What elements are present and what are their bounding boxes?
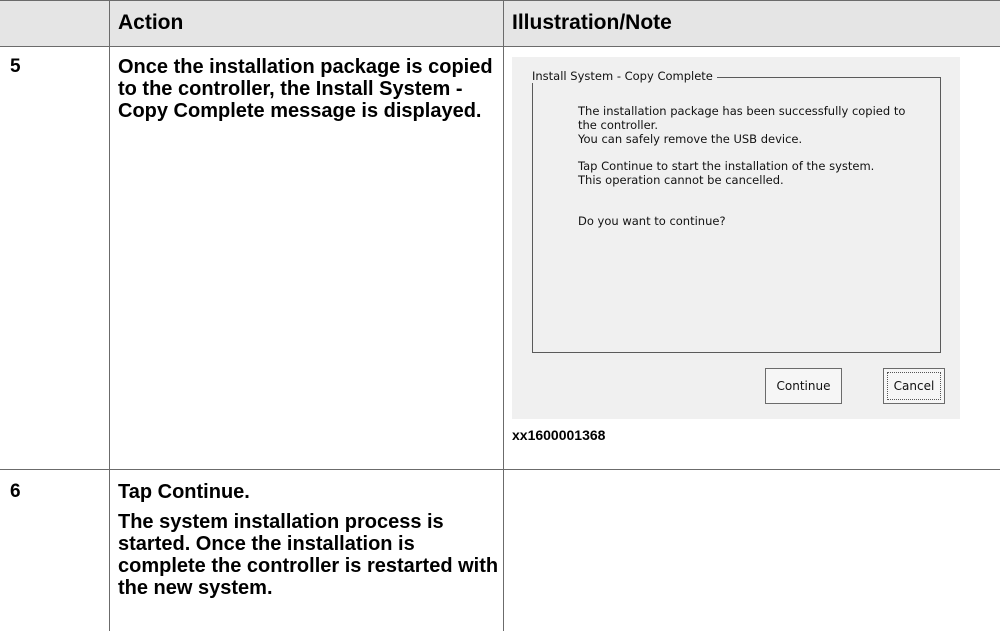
table-border-top xyxy=(0,0,1000,1)
action-description: The system installation process is start… xyxy=(118,511,499,599)
dialog-message-1: The installation package has been succes… xyxy=(578,104,938,146)
action-highlight: Continue xyxy=(157,481,245,503)
column-divider-2 xyxy=(503,0,504,631)
header-note: Illustration/Note xyxy=(512,11,672,34)
step-number-6: 6 xyxy=(10,481,21,502)
dialog-line: Tap Continue to start the installation o… xyxy=(578,159,875,173)
header-divider xyxy=(0,46,1000,47)
dialog-line: Do you want to continue? xyxy=(578,214,726,228)
step-number-5: 5 xyxy=(10,56,21,77)
dialog-line: the controller. xyxy=(578,118,658,132)
dialog-question: Do you want to continue? xyxy=(578,214,938,228)
header-action: Action xyxy=(118,11,184,34)
dialog-message-2: Tap Continue to start the installation o… xyxy=(578,159,938,187)
continue-button[interactable]: Continue xyxy=(765,368,842,404)
column-divider-1 xyxy=(109,0,110,631)
dialog-title: Install System - Copy Complete xyxy=(528,69,717,83)
action-text: message is displayed. xyxy=(264,100,482,122)
copy-complete-dialog: Install System - Copy Complete The insta… xyxy=(512,57,960,419)
dialog-line: This operation cannot be cancelled. xyxy=(578,173,784,187)
action-text: Tap xyxy=(118,481,158,503)
row-divider xyxy=(0,469,1000,470)
continue-button-label: Continue xyxy=(776,379,831,393)
cancel-button[interactable]: Cancel xyxy=(883,368,945,404)
action-text: . xyxy=(244,481,250,503)
image-id: xx1600001368 xyxy=(512,427,606,443)
focus-rectangle xyxy=(887,372,941,400)
dialog-line: You can safely remove the USB device. xyxy=(578,132,803,146)
dialog-line: The installation package has been succes… xyxy=(578,104,906,118)
action-text-step-5: Once the installation package is copied … xyxy=(118,56,503,122)
action-text-step-6: Tap Continue. The system installation pr… xyxy=(118,481,503,599)
